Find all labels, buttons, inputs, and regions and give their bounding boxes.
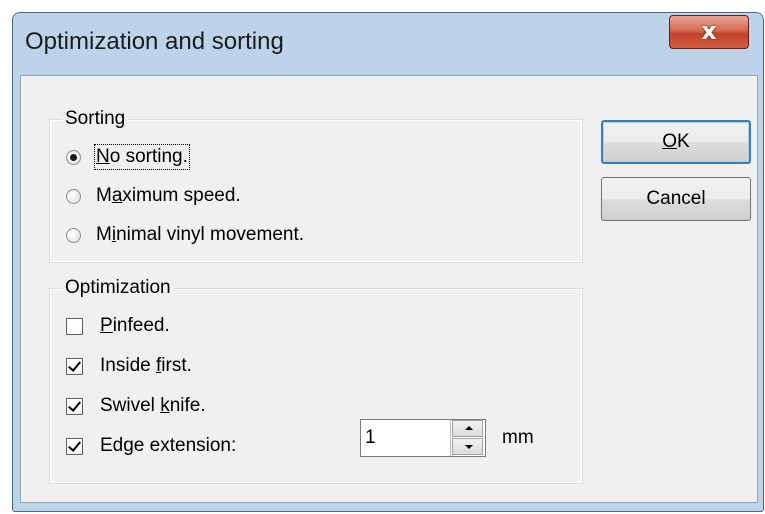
checkbox[interactable]	[66, 317, 83, 335]
edge-extension-input[interactable]: 1	[365, 427, 376, 449]
checkbox-checked[interactable]	[66, 437, 83, 455]
spinner-arrows	[450, 420, 485, 456]
checkbox-pinfeed[interactable]: Pinfeed.	[66, 315, 170, 337]
edge-extension-spinner[interactable]: 1	[360, 419, 486, 457]
optimization-group-label: Optimization	[62, 277, 174, 299]
dialog-body: Sorting No sorting. Maximum speed. Minim…	[20, 75, 758, 503]
close-button[interactable]: x	[669, 15, 749, 49]
ok-button[interactable]: OK	[601, 120, 751, 164]
minimal-vinyl-movement-label[interactable]: Minimal vinyl movement.	[96, 224, 304, 246]
spin-down-icon[interactable]	[452, 438, 483, 455]
pinfeed-label[interactable]: Pinfeed.	[100, 315, 170, 337]
checkbox-edge-extension[interactable]: Edge extension:	[66, 435, 236, 457]
radio-button-checked[interactable]	[66, 149, 81, 165]
optimization-group: Optimization Pinfeed. Inside first. Swiv…	[49, 277, 583, 484]
edge-extension-label[interactable]: Edge extension:	[100, 435, 236, 457]
radio-no-sorting[interactable]: No sorting.	[66, 144, 190, 170]
checkbox-checked[interactable]	[66, 397, 83, 415]
close-icon: x	[701, 17, 717, 45]
radio-button[interactable]	[66, 188, 81, 204]
sorting-group-label: Sorting	[62, 108, 129, 130]
radio-maximum-speed[interactable]: Maximum speed.	[66, 185, 241, 207]
cancel-button[interactable]: Cancel	[601, 177, 751, 221]
window-title: Optimization and sorting	[25, 28, 284, 55]
radio-button[interactable]	[66, 227, 81, 243]
checkbox-inside-first[interactable]: Inside first.	[66, 355, 192, 377]
title-bar[interactable]: Optimization and sorting x	[13, 13, 763, 75]
checkbox-checked[interactable]	[66, 357, 83, 375]
no-sorting-label[interactable]: No sorting.	[94, 144, 190, 170]
swivel-knife-label[interactable]: Swivel knife.	[100, 395, 206, 417]
spin-up-icon[interactable]	[452, 420, 483, 437]
sorting-group: Sorting No sorting. Maximum speed. Minim…	[49, 108, 583, 263]
radio-minimal-vinyl-movement[interactable]: Minimal vinyl movement.	[66, 224, 304, 246]
dialog-window: Optimization and sorting x Sorting No so…	[12, 12, 764, 512]
maximum-speed-label[interactable]: Maximum speed.	[96, 185, 241, 207]
checkbox-swivel-knife[interactable]: Swivel knife.	[66, 395, 206, 417]
inside-first-label[interactable]: Inside first.	[100, 355, 192, 377]
edge-extension-unit: mm	[502, 427, 534, 448]
